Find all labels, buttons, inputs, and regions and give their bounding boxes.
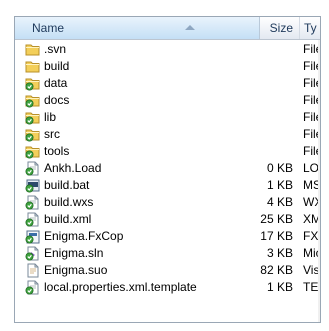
file-row[interactable]: Enigma.suo 82 KB Vis (15, 262, 320, 279)
file-name: docs (44, 93, 70, 107)
vertical-scrollbar[interactable] (318, 40, 320, 322)
folder-icon (25, 59, 41, 73)
file-list-view: Name Size Ty .svn File build File data File (14, 16, 321, 323)
file-row[interactable]: src File (15, 126, 320, 143)
file-name: build (44, 59, 70, 73)
column-header-size[interactable]: Size (260, 17, 300, 39)
file-name: src (44, 127, 60, 141)
file-size: 25 KB (260, 212, 293, 226)
file-size: 1 KB (266, 178, 293, 192)
file-row[interactable]: Enigma.FxCop 17 KB FX (15, 228, 320, 245)
column-header-type-label: Ty (304, 21, 317, 35)
file-size: 3 KB (266, 246, 293, 260)
sort-ascending-icon (185, 25, 195, 30)
svn-file-icon (25, 161, 41, 176)
column-header-type[interactable]: Ty (301, 17, 320, 39)
svn-folder-icon (25, 76, 41, 91)
file-row[interactable]: Enigma.sln 3 KB Mic (15, 245, 320, 262)
file-name: lib (44, 110, 57, 124)
column-header-name[interactable]: Name (15, 17, 260, 39)
file-row[interactable]: build.wxs 4 KB WX (15, 194, 320, 211)
folder-icon (25, 42, 41, 56)
svn-file-icon (25, 212, 41, 227)
file-size: 82 KB (260, 263, 293, 277)
file-size: 4 KB (266, 195, 293, 209)
file-size: 1 KB (266, 280, 293, 294)
file-row[interactable]: build.xml 25 KB XM (15, 211, 320, 228)
column-header-bar: Name Size Ty (15, 17, 320, 40)
file-name: .svn (44, 42, 67, 56)
file-row[interactable]: tools File (15, 143, 320, 160)
column-header-name-label: Name (32, 21, 65, 35)
file-size: 17 KB (260, 229, 293, 243)
file-name: build.xml (44, 212, 92, 226)
file-name: Enigma.FxCop (44, 229, 124, 243)
file-row[interactable]: docs File (15, 92, 320, 109)
file-row[interactable]: build File (15, 58, 320, 75)
file-name: Ankh.Load (44, 161, 102, 175)
column-header-size-label: Size (269, 21, 293, 35)
svn-solution-file-icon (25, 246, 41, 261)
svn-file-icon (25, 195, 41, 210)
file-row[interactable]: lib File (15, 109, 320, 126)
svn-folder-icon (25, 144, 41, 159)
svn-folder-icon (25, 127, 41, 142)
suo-file-icon (25, 263, 41, 278)
file-size: 0 KB (266, 161, 293, 175)
svn-fxcop-file-icon (25, 229, 41, 244)
file-rows: .svn File build File data File docs File lib… (15, 41, 320, 296)
file-row[interactable]: local.properties.xml.template 1 KB TE (15, 279, 320, 296)
svn-file-icon (25, 280, 41, 295)
svn-batch-file-icon (25, 178, 41, 193)
file-row[interactable]: build.bat 1 KB MS (15, 177, 320, 194)
file-name: data (44, 76, 68, 90)
file-name: build.bat (44, 178, 90, 192)
file-name: build.wxs (44, 195, 94, 209)
file-row[interactable]: .svn File (15, 41, 320, 58)
svn-folder-icon (25, 110, 41, 125)
file-row[interactable]: data File (15, 75, 320, 92)
file-name: local.properties.xml.template (44, 280, 197, 294)
file-name: tools (44, 144, 70, 158)
file-name: Enigma.sln (44, 246, 104, 260)
file-row[interactable]: Ankh.Load 0 KB LO (15, 160, 320, 177)
svn-folder-icon (25, 93, 41, 108)
file-name: Enigma.suo (44, 263, 108, 277)
